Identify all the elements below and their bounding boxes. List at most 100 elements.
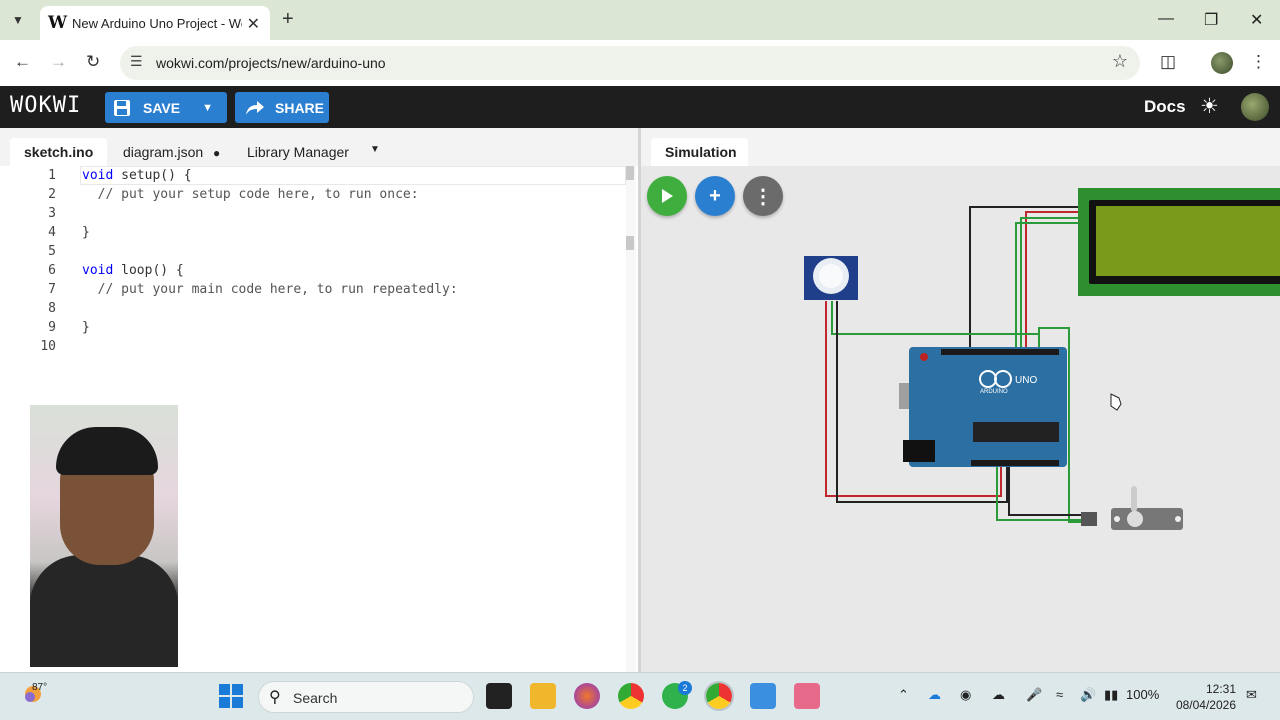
address-bar[interactable]: ☰ wokwi.com/projects/new/arduino-uno ☆ <box>120 46 1140 80</box>
windows-taskbar: 87° ⚲ Search 2 ⌃ ☁ ◉ ☁ 🎤 ≈ 🔊 ▮▮ 100% 12:… <box>0 672 1280 720</box>
task-view-icon[interactable] <box>486 683 512 709</box>
code-keyword: void <box>82 263 114 278</box>
whatsapp-badge: 2 <box>678 681 692 695</box>
save-dropdown-chevron-icon[interactable]: ▼ <box>202 102 213 114</box>
wire-green-lcd-2 <box>1020 217 1081 351</box>
docs-link[interactable]: Docs <box>1144 97 1186 117</box>
snipping-tool-icon[interactable] <box>794 683 820 709</box>
browser-menu-icon[interactable]: ⋮ <box>1250 52 1267 72</box>
line-number: 10 <box>40 339 56 354</box>
windows-start-icon[interactable] <box>218 683 244 709</box>
scrollbar-thumb[interactable] <box>626 166 634 180</box>
theme-sun-icon[interactable]: ☀ <box>1200 94 1219 119</box>
close-tab-icon[interactable]: ✕ <box>247 14 260 34</box>
window-close-icon[interactable]: ✕ <box>1250 10 1263 30</box>
taskbar-search-label: Search <box>293 690 338 706</box>
line-number: 4 <box>48 225 56 240</box>
line-number: 6 <box>48 263 56 278</box>
tab-library-manager[interactable]: Library Manager <box>233 138 363 166</box>
browser-tab-strip: ▼ W New Arduino Uno Project - Wokwi ✕ + … <box>0 0 1280 40</box>
code-line[interactable]: void loop() { <box>82 263 184 278</box>
line-number: 5 <box>48 244 56 259</box>
board-uno-label: UNO <box>1015 375 1037 386</box>
editor-scrollbar[interactable] <box>626 166 636 672</box>
profile-avatar[interactable] <box>1211 52 1233 74</box>
tab-search-chevron-icon[interactable]: ▼ <box>6 8 30 32</box>
tab-sketch-ino[interactable]: sketch.ino <box>10 138 108 166</box>
tab-diagram-json-label: diagram.json <box>123 144 204 160</box>
back-arrow-icon[interactable]: ← <box>14 52 31 72</box>
tray-chevron-up-icon[interactable]: ⌃ <box>898 687 909 703</box>
wire-green-servo-2 <box>996 466 1085 521</box>
code-line[interactable]: void setup() { <box>82 168 192 183</box>
notepad-icon[interactable] <box>750 683 776 709</box>
browser-tab[interactable]: W New Arduino Uno Project - Wokwi ✕ <box>40 6 270 40</box>
firefox-icon[interactable] <box>574 683 600 709</box>
code-text: // put your main code here, to run repea… <box>82 282 458 297</box>
circuit-diagram: UNO ARDUINO <box>804 188 1280 530</box>
clock-time: 12:31 <box>1205 682 1236 696</box>
user-avatar[interactable] <box>1241 93 1269 121</box>
file-explorer-icon[interactable] <box>530 683 556 709</box>
onedrive-icon[interactable]: ☁ <box>928 687 941 703</box>
line-number: 8 <box>48 301 56 316</box>
share-button[interactable]: SHARE <box>235 92 329 123</box>
wokwi-logo[interactable]: WOKWI <box>10 93 81 118</box>
clock-date: 08/04/2026 <box>1175 698 1236 712</box>
restore-icon[interactable]: ❐ <box>1204 10 1218 30</box>
wire-black-servo <box>1008 466 1085 516</box>
notifications-icon[interactable]: ✉ <box>1246 687 1257 703</box>
code-line[interactable]: // put your main code here, to run repea… <box>82 282 458 297</box>
minimize-icon[interactable]: — <box>1158 10 1174 28</box>
simulation-canvas[interactable]: + ⋮ UNO ARDUINO <box>641 166 1280 672</box>
tabs-dropdown-icon[interactable]: ▼ <box>356 138 394 166</box>
search-icon: ⚲ <box>269 689 281 706</box>
line-number: 9 <box>48 320 56 335</box>
board-brand-label: ARDUINO <box>980 389 1008 395</box>
share-arrow-icon <box>246 100 264 115</box>
chrome-icon[interactable] <box>618 683 644 709</box>
forward-arrow-icon[interactable]: → <box>50 52 67 72</box>
person-hair <box>56 427 158 475</box>
browser-toolbar: ← → ↻ ☰ wokwi.com/projects/new/arduino-u… <box>0 40 1280 86</box>
code-line[interactable]: } <box>82 225 90 240</box>
weather-temperature[interactable]: 87° <box>32 682 47 693</box>
bookmark-star-icon[interactable]: ☆ <box>1112 51 1128 72</box>
tab-diagram-json[interactable]: diagram.json ● <box>109 138 234 166</box>
code-line[interactable]: } <box>82 320 90 335</box>
battery-icon[interactable]: ▮▮ <box>1104 687 1118 703</box>
reload-icon[interactable]: ↻ <box>86 52 100 72</box>
hand-cursor-icon <box>1110 393 1122 411</box>
battery-percent[interactable]: 100% <box>1126 687 1159 702</box>
save-button[interactable]: SAVE ▼ <box>105 92 227 123</box>
wifi-icon[interactable]: ≈ <box>1056 687 1063 702</box>
code-text: } <box>82 320 90 335</box>
webcam-overlay <box>30 405 178 667</box>
line-number: 7 <box>48 282 56 297</box>
chrome-profile-icon[interactable] <box>704 681 734 711</box>
system-clock[interactable]: 12:31 08/04/2026 <box>1170 681 1236 713</box>
code-line[interactable]: // put your setup code here, to run once… <box>82 187 419 202</box>
microphone-icon[interactable]: 🎤 <box>1026 687 1042 703</box>
code-text: // put your setup code here, to run once… <box>82 187 419 202</box>
url-text[interactable]: wokwi.com/projects/new/arduino-uno <box>156 55 386 71</box>
tab-simulation[interactable]: Simulation <box>651 138 748 166</box>
cloud-icon[interactable]: ☁ <box>992 687 1005 703</box>
code-editor-panel: sketch.ino diagram.json ● Library Manage… <box>0 128 638 672</box>
wokwi-header: WOKWI SAVE ▼ SHARE Docs ☀ <box>0 86 1280 128</box>
servo-motor <box>1081 486 1183 530</box>
code-text: } <box>82 225 90 240</box>
volume-icon[interactable]: 🔊 <box>1080 687 1096 703</box>
save-label: SAVE <box>143 99 181 116</box>
taskbar-search[interactable]: ⚲ Search <box>258 681 474 713</box>
extensions-icon[interactable]: ◫ <box>1160 52 1176 72</box>
save-disk-icon <box>114 99 130 116</box>
tray-app-icon[interactable]: ◉ <box>960 687 971 703</box>
line-number: 2 <box>48 187 56 202</box>
site-info-icon[interactable]: ☰ <box>130 53 143 70</box>
simulation-panel: Simulation + ⋮ UNO ARDUINO <box>641 128 1280 672</box>
new-tab-button[interactable]: + <box>282 8 294 31</box>
unsaved-dot-icon: ● <box>213 146 221 160</box>
code-keyword: void <box>82 168 114 183</box>
wire-red-lcd <box>1025 211 1081 351</box>
